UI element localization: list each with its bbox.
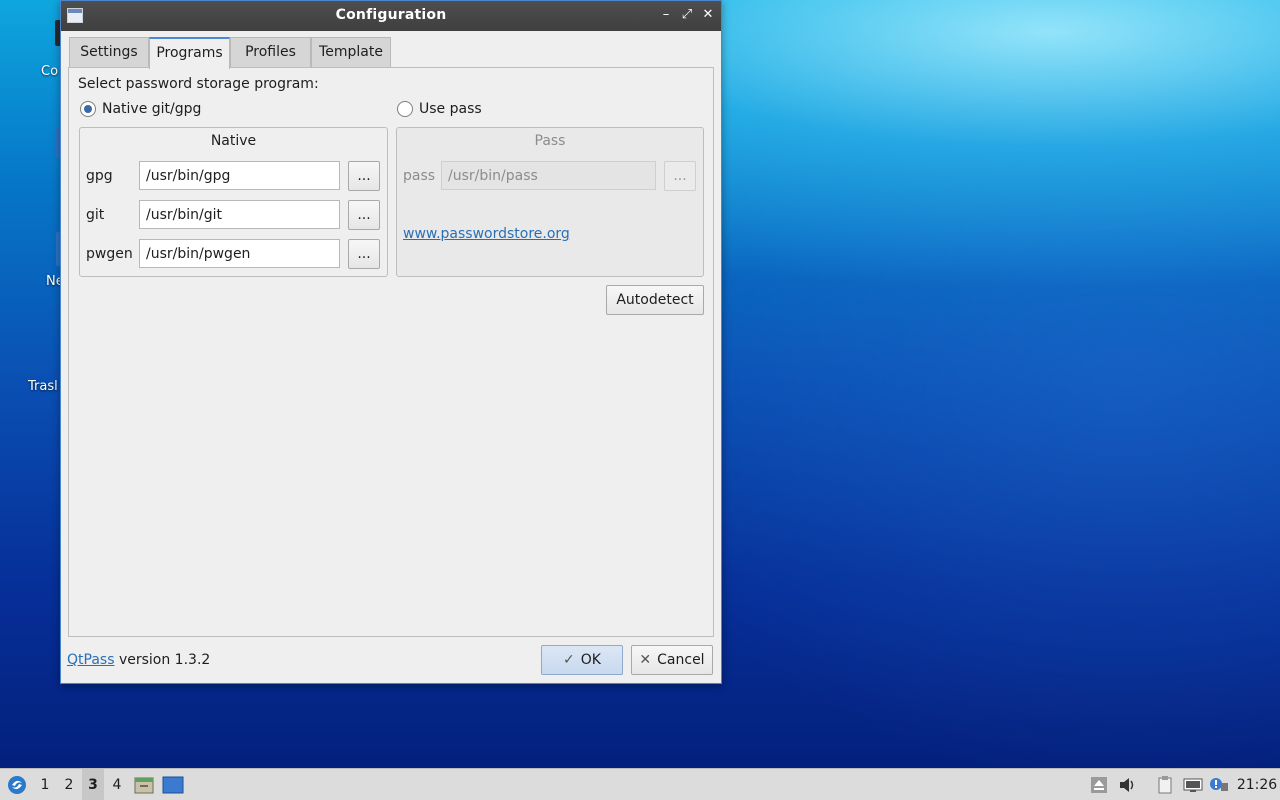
gpg-label: gpg: [86, 168, 113, 184]
configuration-window: Configuration – ⤢ ✕ Settings Programs Pr…: [60, 0, 722, 684]
clock[interactable]: 21:26: [1236, 769, 1278, 800]
ok-button-label: OK: [580, 652, 601, 668]
lxqt-logo-icon: [8, 776, 26, 794]
workspace-1[interactable]: 1: [34, 769, 56, 800]
minimize-button[interactable]: –: [657, 6, 675, 24]
cancel-button[interactable]: ✕ Cancel: [631, 645, 713, 675]
checkmark-icon: ✓: [563, 652, 575, 668]
git-path-input[interactable]: [139, 200, 340, 229]
use-pass-radio-label[interactable]: Use pass: [419, 101, 482, 117]
gpg-browse-button[interactable]: ...: [348, 161, 380, 191]
clipboard-icon[interactable]: [1156, 776, 1174, 794]
workspace-3[interactable]: 3: [82, 769, 104, 800]
desktop-icon: [162, 776, 184, 794]
footer-version: QtPass version 1.3.2: [67, 652, 210, 668]
gpg-path-input[interactable]: [139, 161, 340, 190]
show-desktop-launcher[interactable]: [161, 769, 185, 800]
git-browse-button[interactable]: ...: [348, 200, 380, 230]
tab-profiles[interactable]: Profiles: [230, 37, 311, 68]
qtpass-link[interactable]: QtPass: [67, 652, 115, 668]
native-radio[interactable]: [80, 101, 96, 117]
programs-panel: Select password storage program: Native …: [68, 67, 714, 637]
network-icon[interactable]: [1183, 777, 1203, 793]
version-text: version 1.3.2: [114, 652, 211, 668]
git-label: git: [86, 207, 105, 223]
workspace-2[interactable]: 2: [58, 769, 80, 800]
pwgen-label: pwgen: [86, 246, 133, 262]
start-menu-button[interactable]: [4, 769, 30, 800]
notification-icon[interactable]: [1209, 777, 1229, 793]
file-manager-launcher[interactable]: [133, 769, 155, 800]
volume-icon[interactable]: [1118, 777, 1136, 793]
pass-label: pass: [403, 168, 436, 184]
ok-button[interactable]: ✓ OK: [541, 645, 623, 675]
pwgen-browse-button[interactable]: ...: [348, 239, 380, 269]
window-title: Configuration: [335, 7, 447, 23]
close-button[interactable]: ✕: [699, 6, 717, 24]
desktop-label-trash: Trasl: [28, 379, 58, 394]
native-group-title: Native: [210, 133, 257, 149]
tab-settings[interactable]: Settings: [69, 37, 149, 68]
maximize-button[interactable]: ⤢: [678, 6, 696, 24]
pass-group: Pass pass ... www.passwordstore.org: [396, 127, 704, 277]
close-icon: ✕: [639, 652, 652, 668]
folder-icon: [134, 777, 154, 794]
native-radio-label[interactable]: Native git/gpg: [102, 101, 201, 117]
autodetect-button[interactable]: Autodetect: [606, 285, 704, 315]
pass-browse-button[interactable]: ...: [664, 161, 696, 191]
passwordstore-link[interactable]: www.passwordstore.org: [403, 226, 570, 242]
storage-program-prompt: Select password storage program:: [78, 76, 319, 92]
tab-programs[interactable]: Programs: [149, 37, 230, 69]
pwgen-path-input[interactable]: [139, 239, 340, 268]
taskbar: 1 2 3 4 21:26: [0, 768, 1280, 800]
desktop-label-computer: Co: [41, 64, 59, 79]
tab-template[interactable]: Template: [311, 37, 391, 68]
pass-group-title: Pass: [534, 133, 566, 149]
native-group: Native gpg ... git ... pwgen ...: [79, 127, 388, 277]
cancel-button-label: Cancel: [657, 652, 705, 668]
pass-path-input[interactable]: [441, 161, 656, 190]
use-pass-radio[interactable]: [397, 101, 413, 117]
title-bar[interactable]: Configuration – ⤢ ✕: [61, 1, 721, 31]
eject-icon[interactable]: [1090, 777, 1108, 793]
workspace-4[interactable]: 4: [106, 769, 128, 800]
